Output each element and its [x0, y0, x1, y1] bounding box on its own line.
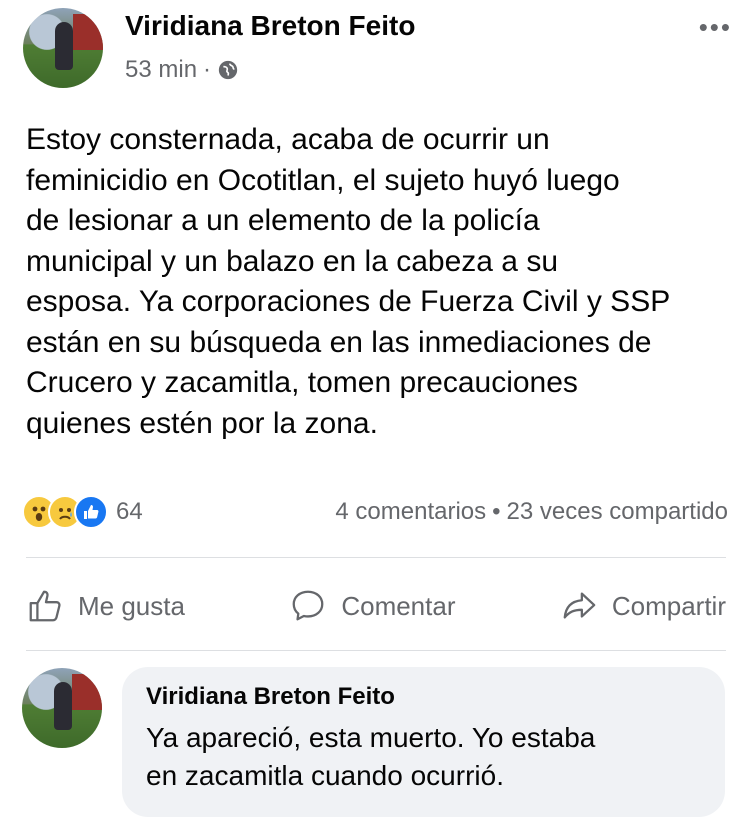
comment-text-line: en zacamitla cuando ocurrió. — [146, 760, 504, 791]
post-author-name[interactable]: Viridiana Breton Feito — [125, 10, 415, 42]
avatar-figure — [55, 22, 73, 70]
comment-bubble: Viridiana Breton Feito Ya apareció, esta… — [122, 667, 725, 817]
reaction-count[interactable]: 64 — [116, 498, 143, 526]
comment-text-line: Ya apareció, esta muerto. Yo estaba — [146, 722, 596, 753]
post-text-line: Estoy consternada, acaba de ocurrir un — [26, 123, 550, 156]
post-text-line: municipal y un balazo en la cabeza a su — [26, 244, 559, 278]
post-text-line: esposa. Ya corporaciones de Fuerza Civil… — [26, 285, 671, 318]
avatar-background — [73, 14, 103, 50]
post-text-line: de lesionar a un elemento de la policía — [26, 204, 540, 237]
stats-separator: • — [492, 498, 501, 525]
post-actions: Me gusta Comentar Compartir — [26, 578, 726, 634]
avatar-background — [72, 674, 102, 710]
divider — [26, 650, 726, 651]
comments-count[interactable]: 4 comentarios — [335, 498, 486, 525]
comment-label: Comentar — [341, 590, 456, 621]
post-body: Estoy consternada, acaba de ocurrir un f… — [26, 120, 736, 444]
share-label: Compartir — [611, 590, 726, 621]
reactions-row: 64 4 comentarios • 23 veces compartido — [22, 492, 728, 532]
globe-icon[interactable] — [217, 59, 239, 81]
post-text-line: feminicidio en Ocotitlan, el sujeto huyó… — [26, 163, 620, 197]
divider — [26, 557, 726, 558]
comment-author-name[interactable]: Viridiana Breton Feito — [146, 683, 701, 711]
author-avatar[interactable] — [23, 8, 103, 88]
more-options-icon[interactable]: ••• — [699, 14, 732, 40]
shares-count[interactable]: 23 veces compartido — [507, 498, 728, 525]
meta-separator: · — [203, 56, 212, 83]
post-text-line: están en su búsqueda en las inmediacione… — [26, 325, 652, 359]
like-label: Me gusta — [78, 590, 185, 621]
share-button[interactable]: Compartir — [560, 587, 726, 625]
share-arrow-icon — [563, 592, 596, 619]
comment-button[interactable]: Comentar — [289, 587, 455, 625]
engagement-stats: 4 comentarios • 23 veces compartido — [335, 498, 728, 526]
avatar-figure — [54, 682, 72, 730]
post-text-line: Crucero y zacamitla, tomen precauciones — [26, 366, 578, 399]
reaction-icons[interactable] — [22, 495, 108, 529]
comment-icon — [292, 590, 324, 621]
comment-text: Ya apareció, esta muerto. Yo estaba en z… — [146, 719, 701, 795]
post-timestamp[interactable]: 53 min — [125, 56, 197, 84]
like-button[interactable]: Me gusta — [26, 587, 185, 625]
like-icon — [74, 495, 108, 529]
post-text-line: quienes estén por la zona. — [26, 406, 378, 440]
post-meta: 53 min · — [125, 56, 239, 84]
thumbs-up-icon — [29, 590, 61, 622]
commenter-avatar[interactable] — [22, 668, 102, 748]
